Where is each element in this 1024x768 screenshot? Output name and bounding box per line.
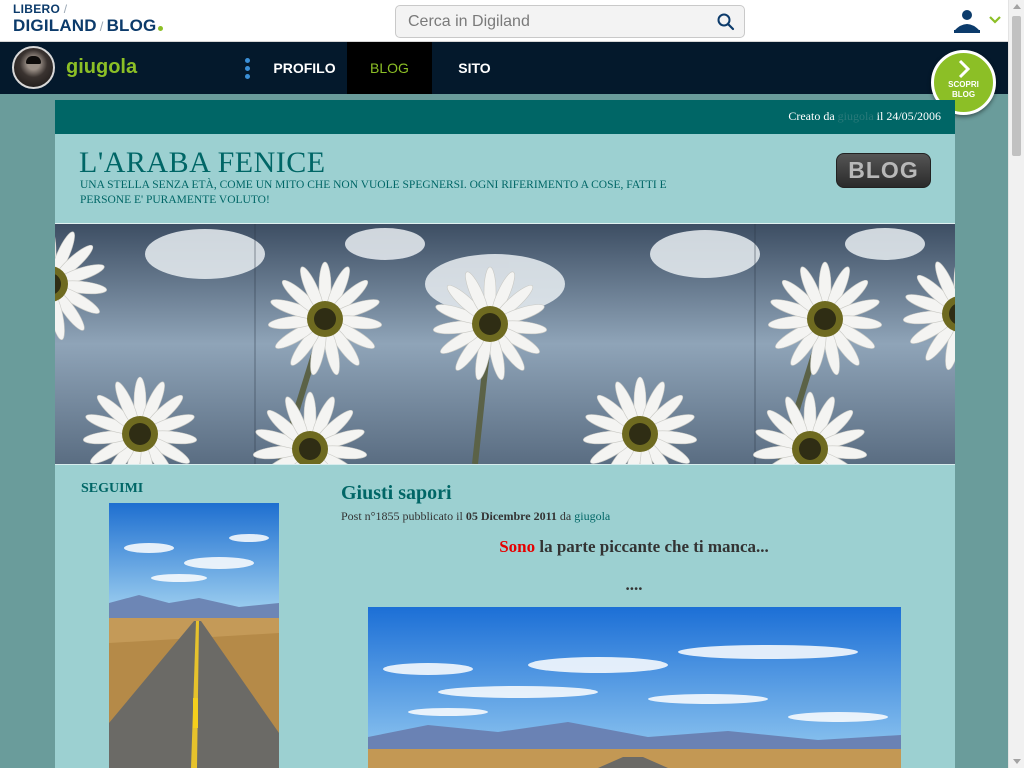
blog-navbar: giugola PROFILO BLOG SITO <box>0 42 1008 94</box>
avatar[interactable] <box>12 46 55 89</box>
logo-separator: / <box>99 19 104 34</box>
scopri-label: SCOPRI <box>948 80 979 89</box>
scroll-down-arrow-icon[interactable] <box>1013 759 1021 764</box>
post-date: 05 Dicembre 2011 <box>465 509 557 523</box>
post-author-link[interactable]: giugola <box>574 509 610 523</box>
post-meta-da: da <box>559 509 572 523</box>
page-scrollbar[interactable] <box>1008 0 1024 768</box>
chevron-right-icon <box>958 59 970 79</box>
logo-digiland-text: DIGILAND <box>13 16 97 35</box>
nickname-link[interactable]: giugola <box>66 56 137 79</box>
libero-topbar: LIBERO / DIGILAND / BLOG <box>0 0 1008 42</box>
tab-blog[interactable]: BLOG <box>347 42 432 94</box>
tab-sito[interactable]: SITO <box>432 42 517 94</box>
search-input[interactable] <box>396 6 706 37</box>
logo-dot <box>157 26 163 31</box>
logo-blog-text: BLOG <box>106 16 157 35</box>
user-menu[interactable] <box>950 6 1006 36</box>
created-author-link[interactable]: giugola <box>838 109 874 123</box>
scroll-up-arrow-icon[interactable] <box>1013 4 1021 9</box>
logo-libero-text: LIBERO <box>13 2 61 16</box>
chevron-down-icon <box>989 16 1001 24</box>
user-icon <box>954 10 1001 33</box>
blog-label: BLOG <box>951 90 976 99</box>
post-text-rest: la parte piccante che ti manca... <box>539 537 769 556</box>
search-box <box>395 5 745 38</box>
libero-digiland-blog-logo[interactable]: LIBERO / DIGILAND / BLOG <box>13 3 163 37</box>
more-menu-icon[interactable] <box>243 58 251 80</box>
post-meta: Post n°1855 pubblicato il 05 Dicembre 20… <box>341 509 610 524</box>
post-meta-prefix: Post n°1855 pubblicato il <box>341 509 463 523</box>
blog-page: Creato da giugola il 24/05/2006 L'ARABA … <box>55 100 955 768</box>
logo-separator: / <box>63 2 68 16</box>
post-title-link[interactable]: Giusti sapori <box>341 482 452 505</box>
tab-profilo[interactable]: PROFILO <box>262 42 347 94</box>
scrollbar-thumb[interactable] <box>1012 16 1021 156</box>
post-dots: .... <box>625 575 643 594</box>
search-icon[interactable] <box>716 12 736 32</box>
header-banner-image <box>55 224 955 464</box>
road-photo-sidebar <box>109 503 279 768</box>
blog-title[interactable]: L'ARABA FENICE <box>79 146 326 180</box>
post-text-line: Sono la parte piccante che ti manca... <box>341 537 927 557</box>
blog-subtitle: UNA STELLA SENZA ETÀ, COME UN MITO CHE N… <box>80 179 667 206</box>
created-by-bar: Creato da giugola il 24/05/2006 <box>55 100 955 134</box>
created-prefix: Creato da <box>788 109 835 123</box>
sidebar-title: SEGUIMI <box>81 481 144 496</box>
blog-badge: BLOG <box>836 153 931 188</box>
created-date: il 24/05/2006 <box>876 109 941 123</box>
road-photo-post <box>368 607 901 768</box>
post-text-red: Sono <box>499 537 536 556</box>
banner-divider <box>55 464 955 465</box>
